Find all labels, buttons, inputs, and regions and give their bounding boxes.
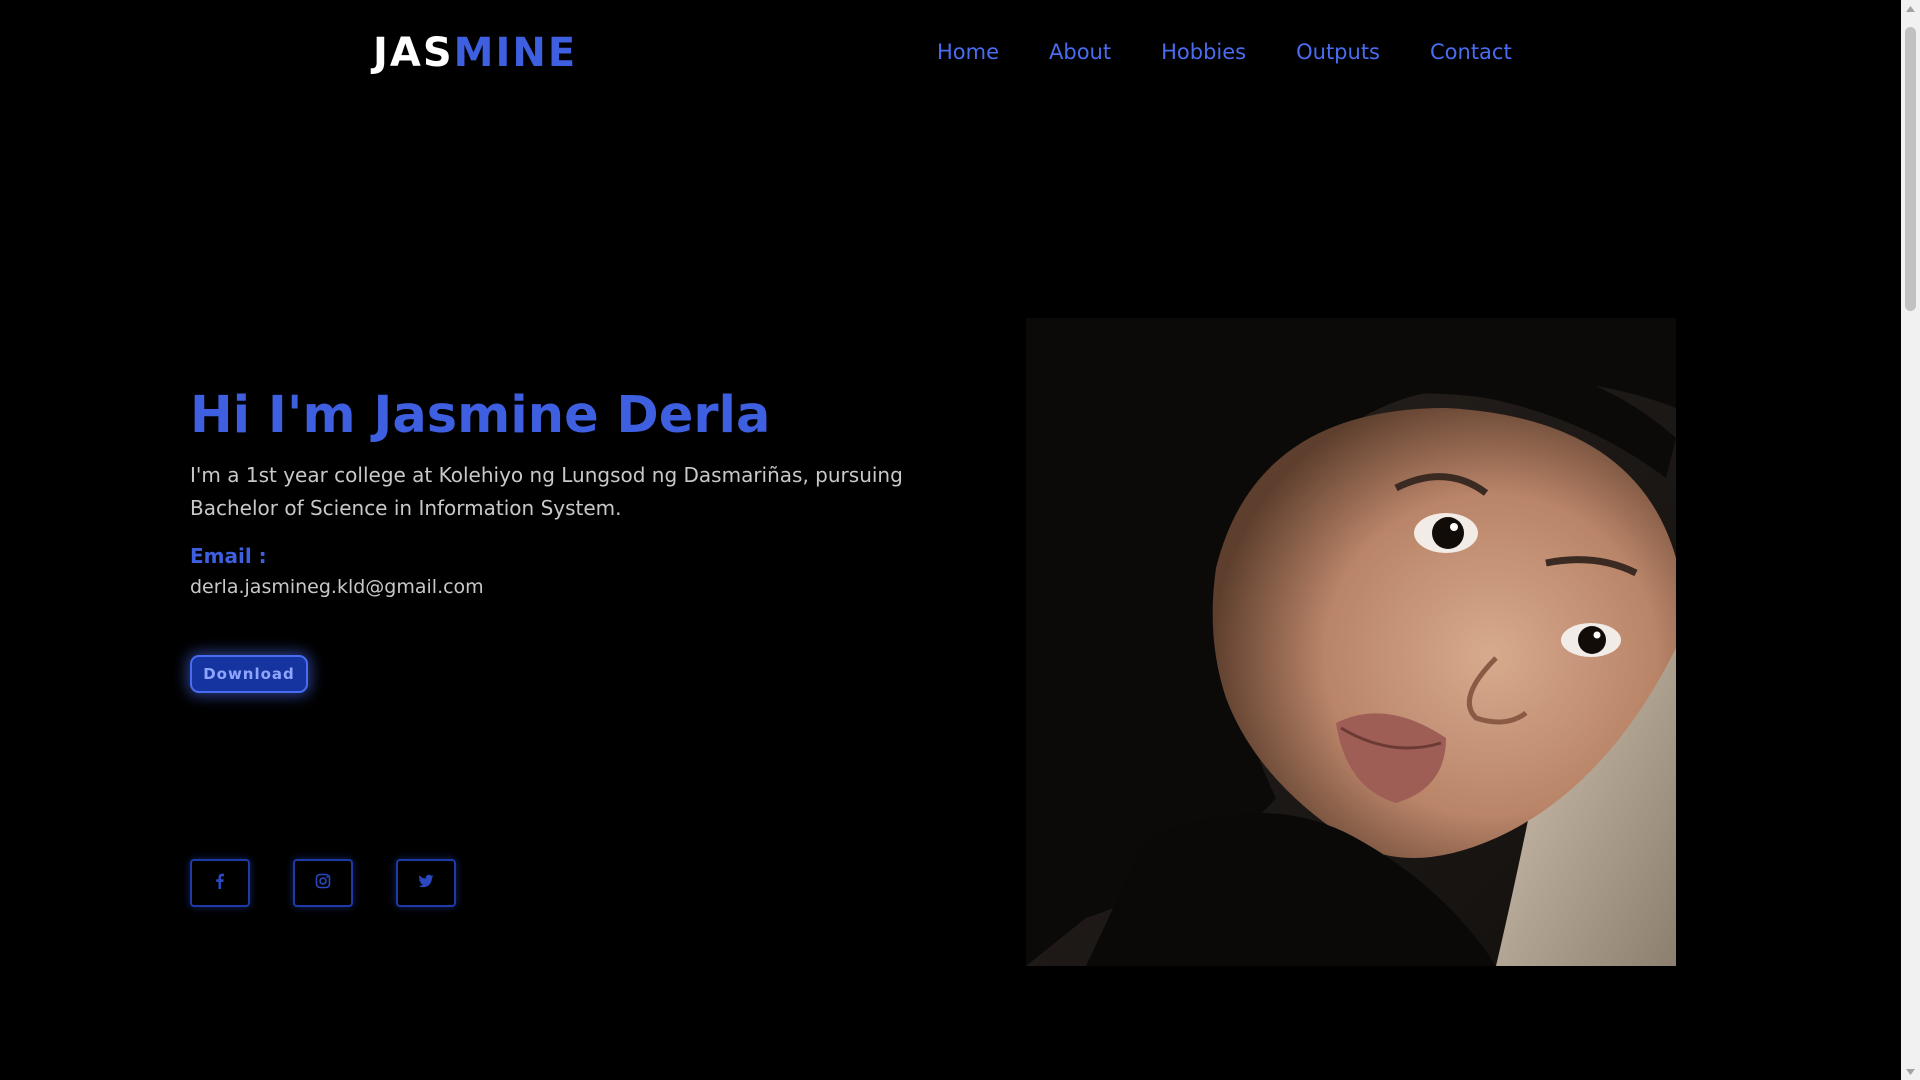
facebook-icon bbox=[212, 873, 228, 893]
profile-photo bbox=[1026, 318, 1676, 966]
facebook-button[interactable] bbox=[190, 859, 250, 907]
twitter-icon bbox=[418, 873, 434, 893]
social-links bbox=[190, 859, 456, 907]
scrollbar-thumb[interactable] bbox=[1905, 27, 1916, 311]
nav-home[interactable]: Home bbox=[937, 40, 999, 64]
scroll-down-arrow-icon[interactable] bbox=[1901, 1063, 1920, 1080]
nav-hobbies[interactable]: Hobbies bbox=[1161, 40, 1246, 64]
scroll-up-arrow-icon[interactable] bbox=[1901, 0, 1920, 17]
hero-description: I'm a 1st year college at Kolehiyo ng Lu… bbox=[190, 463, 903, 520]
instagram-icon bbox=[315, 873, 331, 893]
download-button[interactable]: Download bbox=[190, 655, 308, 693]
logo-part-white: JAS bbox=[373, 30, 454, 76]
twitter-button[interactable] bbox=[396, 859, 456, 907]
hero-title: Hi I'm Jasmine Derla bbox=[190, 386, 771, 445]
instagram-button[interactable] bbox=[293, 859, 353, 907]
email-label: Email : bbox=[190, 544, 267, 568]
site-logo[interactable]: JASMINE bbox=[373, 30, 577, 76]
main-nav: Home About Hobbies Outputs Contact bbox=[937, 40, 1512, 64]
nav-outputs[interactable]: Outputs bbox=[1296, 40, 1380, 64]
nav-contact[interactable]: Contact bbox=[1430, 40, 1512, 64]
nav-about[interactable]: About bbox=[1049, 40, 1111, 64]
vertical-scrollbar[interactable] bbox=[1901, 0, 1920, 1080]
logo-part-blue: MINE bbox=[453, 30, 578, 76]
page: JASMINE Home About Hobbies Outputs Conta… bbox=[0, 0, 1901, 1080]
email-value: derla.jasmineg.kld@gmail.com bbox=[190, 576, 484, 598]
